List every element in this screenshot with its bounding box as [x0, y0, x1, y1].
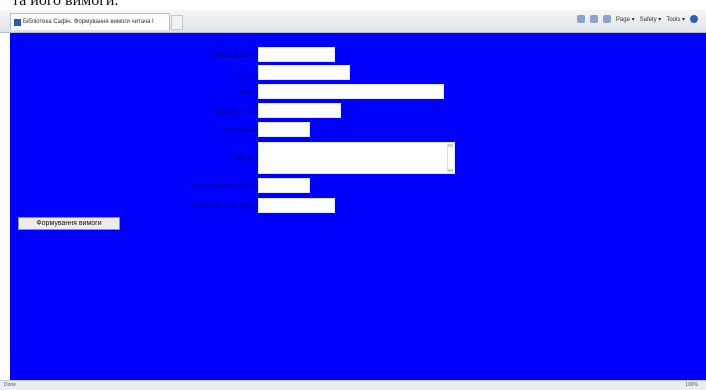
links-input[interactable] [258, 198, 335, 213]
field-label: Кількість екземплярів [188, 182, 254, 190]
zoom-level[interactable]: 100% [685, 382, 698, 388]
print-icon[interactable] [602, 15, 611, 23]
publisher-input[interactable] [258, 103, 341, 118]
field-label: Автор [235, 69, 254, 77]
year-input[interactable] [258, 122, 310, 137]
home-icon[interactable] [576, 15, 585, 23]
title-input[interactable] [258, 84, 444, 99]
new-tab-button[interactable] [171, 15, 183, 30]
caption-fragment: та його вимоги. [12, 0, 119, 9]
browser-tab[interactable]: Бібліотека Сафін. Формування вимоги чита… [10, 13, 170, 30]
author-input[interactable] [258, 65, 350, 80]
page-menu[interactable]: Page ▾ [616, 16, 635, 23]
catalog-input[interactable] [258, 47, 335, 62]
help-icon[interactable] [690, 15, 698, 23]
field-label: Місце [235, 154, 254, 162]
textarea-scrollbar[interactable] [447, 144, 453, 172]
tools-menu[interactable]: Tools ▾ [666, 16, 685, 23]
field-label: Рік видання [218, 126, 254, 134]
page-content: Кл.ка кальки Автор Назва Видавництво Рік… [10, 33, 706, 380]
command-bar: Page ▾ Safety ▾ Tools ▾ [576, 15, 698, 23]
field-label: Кількість посилання [192, 202, 254, 210]
favicon-icon [14, 18, 21, 26]
feeds-icon[interactable] [589, 15, 598, 23]
status-text: Done [4, 382, 16, 388]
field-label: Кл.ка кальки [215, 51, 254, 59]
field-label: Назва [236, 88, 254, 96]
place-textarea[interactable] [258, 142, 455, 174]
submit-request-button[interactable]: Формування вимоги [18, 217, 120, 230]
safety-menu[interactable]: Safety ▾ [640, 16, 662, 23]
field-label: Видавництво [214, 107, 254, 115]
tab-title: Бібліотека Сафін. Формування вимоги чита… [23, 19, 154, 25]
browser-tab-bar: Бібліотека Сафін. Формування вимоги чита… [0, 10, 706, 33]
copies-input[interactable] [258, 178, 310, 193]
